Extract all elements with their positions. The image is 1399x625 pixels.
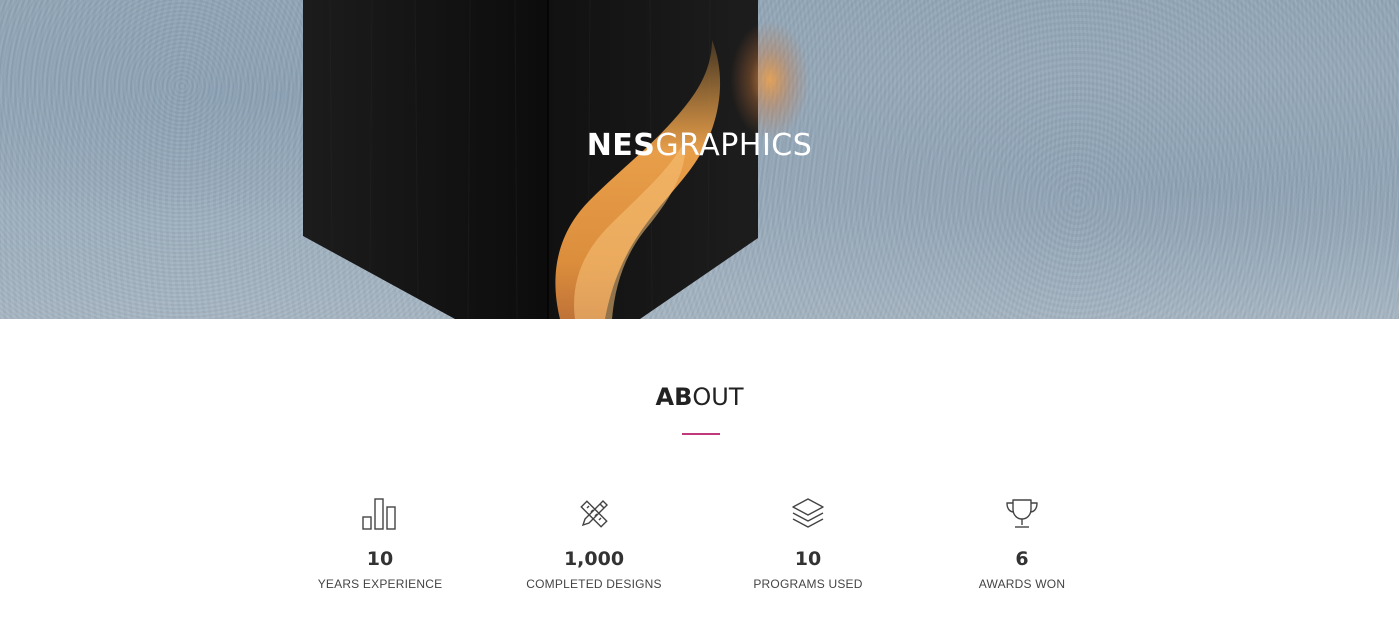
pencil-ruler-icon — [494, 497, 694, 533]
stat-value: 10 — [794, 548, 822, 570]
trophy-icon — [922, 497, 1122, 533]
stat-label: AWARDS WON — [978, 577, 1066, 591]
stat-value: 10 — [366, 548, 394, 570]
stats-row: 10 YEARS EXPERIENCE 1,000 COMPLETED DESI… — [0, 497, 1399, 607]
site-title-bold: NES — [586, 128, 656, 163]
stat-awards-won: 6 AWARDS WON — [922, 497, 1122, 592]
hero-banner: NESGRAPHICS — [0, 0, 1399, 319]
stat-years-experience: 10 YEARS EXPERIENCE — [280, 497, 480, 592]
bar-chart-icon — [280, 497, 480, 533]
stat-label: YEARS EXPERIENCE — [317, 577, 443, 591]
about-heading: ABOUT — [0, 380, 1399, 414]
stat-programs-used: 10 PROGRAMS USED — [708, 497, 908, 592]
about-section: ABOUT 10 YEARS EXPERIENCE 1,000 COMPLETE… — [0, 319, 1399, 625]
stat-label: PROGRAMS USED — [753, 577, 863, 591]
stat-value: 6 — [1015, 548, 1029, 570]
about-heading-bold: AB — [655, 383, 693, 411]
heading-divider — [682, 433, 720, 435]
site-title-light: GRAPHICS — [655, 128, 813, 163]
site-title: NESGRAPHICS — [0, 124, 1399, 168]
layers-icon — [708, 497, 908, 533]
stat-label: COMPLETED DESIGNS — [526, 577, 662, 591]
stat-completed-designs: 1,000 COMPLETED DESIGNS — [494, 497, 694, 592]
about-heading-light: OUT — [692, 383, 744, 411]
stat-value: 1,000 — [563, 548, 625, 570]
